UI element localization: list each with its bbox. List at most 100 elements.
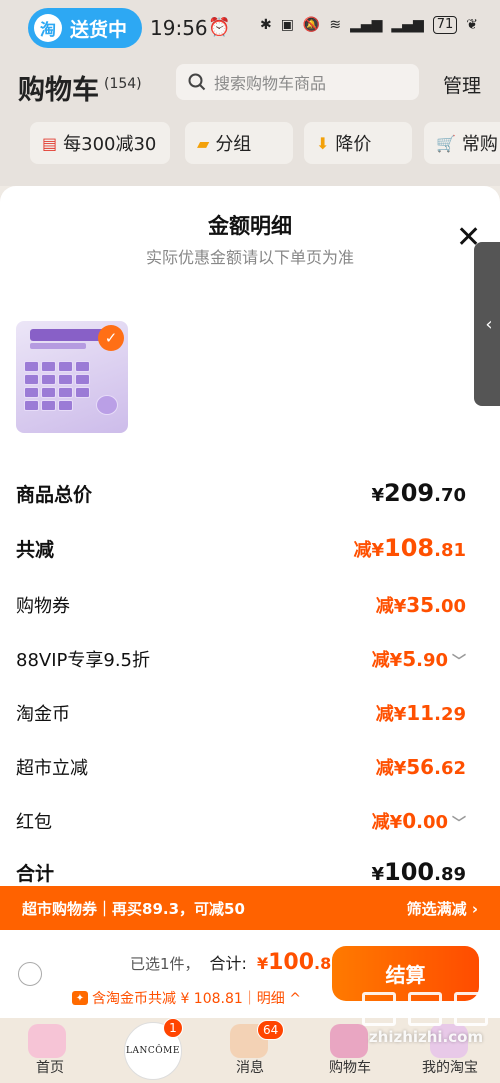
product-pack: [24, 361, 39, 372]
sheet-title: 金额明细: [208, 214, 292, 238]
signal-icon: ▂▄▆: [350, 17, 383, 33]
tab-label: 首页: [36, 1060, 64, 1076]
row-label: 商品总价: [16, 484, 93, 506]
row-label: 共减: [16, 539, 55, 561]
coupon-icon: ▤: [42, 133, 58, 153]
row-label: 超市立减: [16, 758, 88, 779]
row-total: 合计 ¥100.89: [16, 858, 466, 886]
leaf-icon: ❦: [466, 17, 478, 33]
product-pack: [75, 387, 90, 398]
row-value: 减¥0.00 ﹀: [371, 809, 466, 833]
row-value: 减¥11.29: [375, 701, 466, 725]
row-label: 红包: [16, 812, 52, 833]
row-value: 减¥5.90 ﹀: [371, 647, 466, 671]
chevron-down-icon: ﹀: [452, 816, 466, 832]
camera-icon: ▣: [280, 17, 294, 33]
delivery-pill-label: 送货中: [70, 18, 128, 41]
chip-label: 降价: [335, 134, 372, 155]
tab-label: 我的淘宝: [422, 1060, 478, 1076]
row-label: 淘金币: [16, 704, 70, 725]
coin-icon: ✦: [72, 991, 88, 1005]
row-coins: 淘金币 减¥11.29: [16, 700, 466, 726]
battery-icon: 71: [432, 16, 458, 34]
product-pack: [75, 361, 90, 372]
row-value: 减¥108.81: [353, 534, 466, 562]
total-amount: ¥100.89: [256, 950, 343, 975]
product-badge: [96, 395, 118, 415]
watermark-glyph: [362, 992, 396, 1026]
row-label: 合计: [16, 863, 55, 885]
row-value: 减¥35.00: [375, 593, 466, 617]
wifi-icon: ≋: [329, 17, 342, 33]
promo-text: 超市购物券｜再买89.3，可减50: [22, 899, 245, 918]
chip-group[interactable]: ▰ 分组: [185, 122, 293, 164]
selection-summary: 已选1件， 合计: ¥100.89: [130, 950, 342, 975]
product-thumbnail[interactable]: ✓: [16, 321, 128, 433]
tab-messages[interactable]: 消息: [200, 1018, 300, 1083]
product-pack: [41, 374, 56, 385]
row-value: ¥100.89: [371, 858, 466, 886]
search-icon: [188, 73, 206, 91]
manage-button[interactable]: 管理: [443, 71, 481, 98]
system-icons: ✱ ▣ 🔕 ≋ ▂▄▆ ▂▄▆ 71 ❦: [260, 16, 478, 34]
product-pack: [58, 387, 73, 398]
folder-icon: ▰: [197, 133, 210, 153]
sheet-subtitle: 实际优惠金额请以下单页为准: [145, 248, 354, 267]
watermark-glyph: [408, 992, 442, 1026]
row-vip[interactable]: 88VIP专享9.5折 减¥5.90 ﹀: [16, 646, 466, 672]
product-pack: [58, 400, 73, 411]
bluetooth-icon: ✱: [259, 17, 272, 33]
amount-detail-sheet: 金额明细 实际优惠金额请以下单页为准 ✕ ‹ ✓ 商品总价 ¥209.70 共减…: [0, 186, 500, 886]
taobao-icon: 淘: [34, 14, 62, 42]
row-label: 购物券: [16, 596, 70, 617]
product-pack: [41, 387, 56, 398]
chip-frequent[interactable]: 🛒 常购: [424, 122, 500, 164]
side-drawer-handle[interactable]: ‹: [474, 242, 500, 406]
select-all-checkbox[interactable]: [18, 962, 42, 986]
row-label: 88VIP专享9.5折: [16, 650, 151, 671]
cart-count: (154): [104, 76, 142, 92]
product-pack: [58, 374, 73, 385]
filter-chips: ▤ 每300减30 ▰ 分组 ⬇ 降价 🛒 常购: [0, 114, 500, 186]
product-pack: [58, 361, 73, 372]
chip-price-drop[interactable]: ⬇ 降价: [304, 122, 412, 164]
chevron-down-icon: ﹀: [452, 654, 466, 670]
clock: 19:56: [150, 16, 208, 40]
search-placeholder: 搜索购物车商品: [214, 74, 327, 93]
row-value: ¥209.70: [371, 479, 466, 507]
tab-badge: 64: [257, 1020, 285, 1040]
tab-badge: 1: [163, 1018, 183, 1038]
price-drop-icon: ⬇: [316, 133, 330, 153]
chip-label: 常购: [461, 134, 498, 155]
search-input[interactable]: 搜索购物车商品: [176, 64, 419, 100]
delivery-pill[interactable]: 淘 送货中: [28, 8, 142, 48]
product-pack: [24, 387, 39, 398]
home-icon: [28, 1024, 66, 1058]
discount-detail-link[interactable]: ✦ 含淘金币共减 ¥ 108.81｜明细 ^: [72, 988, 301, 1008]
row-value: 减¥56.62: [375, 755, 466, 779]
alarm-icon: ⏰: [208, 17, 231, 38]
chip-label: 分组: [215, 134, 252, 155]
page-title: 购物车: [18, 75, 99, 106]
product-banner: [30, 329, 106, 341]
chip-discount[interactable]: ▤ 每300减30: [30, 122, 170, 164]
row-coupon: 购物券 减¥35.00: [16, 592, 466, 618]
row-red-packet[interactable]: 红包 减¥0.00 ﹀: [16, 808, 466, 834]
product-banner-sub: [30, 343, 86, 349]
tab-home[interactable]: 首页: [0, 1018, 100, 1083]
watermark: zhizhizhi.com: [352, 990, 500, 1060]
tab-label: 消息: [236, 1060, 264, 1076]
mute-icon: 🔕: [302, 17, 321, 33]
total-label: 合计:: [209, 954, 247, 973]
watermark-text: zhizhizhi.com: [368, 1028, 484, 1046]
row-total-discount: 共减 减¥108.81: [16, 534, 466, 562]
discount-detail-text: 含淘金币共减 ¥ 108.81｜明细 ^: [92, 991, 301, 1007]
signal-icon-2: ▂▄▆: [391, 17, 424, 33]
promo-bar[interactable]: 超市购物券｜再买89.3，可减50 筛选满减 ›: [0, 886, 500, 930]
watermark-glyph: [454, 992, 488, 1026]
promo-filter-link[interactable]: 筛选满减 ›: [407, 898, 478, 919]
product-pack: [41, 361, 56, 372]
chip-label: 每300减30: [63, 134, 157, 155]
chevron-left-icon: ‹: [485, 313, 493, 335]
selected-count: 已选1件，: [130, 955, 200, 973]
